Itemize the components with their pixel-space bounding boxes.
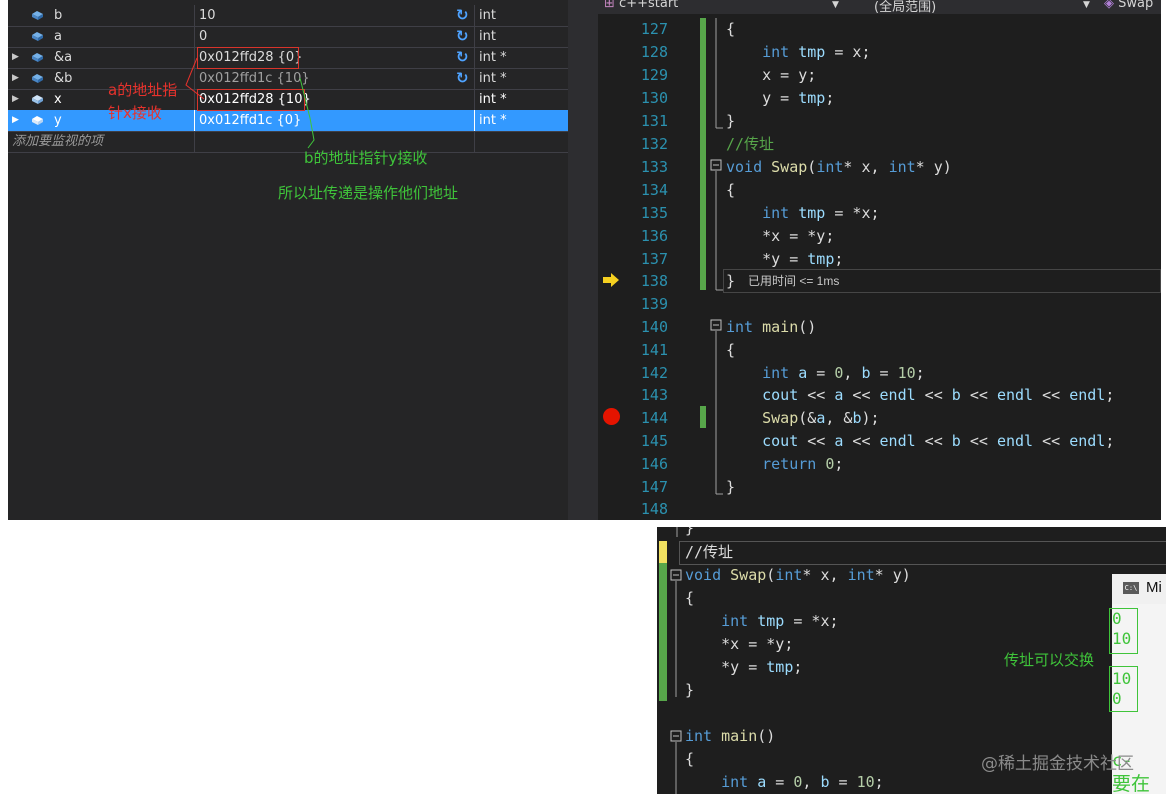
- refresh-icon[interactable]: ↻: [456, 7, 470, 23]
- watch-value[interactable]: 10: [199, 5, 459, 26]
- add-watch-placeholder[interactable]: 添加要监视的项: [12, 131, 192, 152]
- console-title: Mi: [1146, 579, 1162, 596]
- watch-type: int *: [479, 113, 507, 128]
- watch-name: b: [54, 8, 63, 23]
- code-line: void Swap(int* x, int* y): [685, 566, 911, 584]
- highlight-box-x: [197, 89, 305, 111]
- code-editor-snippet[interactable]: } //传址 void Swap(int* x, int* y) { int t…: [657, 527, 1166, 794]
- variable-icon: [32, 116, 43, 125]
- code-line: int tmp = *x;: [721, 612, 839, 630]
- expand-arrow-icon[interactable]: ▶: [12, 89, 22, 110]
- watch-row-y[interactable]: ▶ y 0x012ffd1c {0} int *: [8, 110, 568, 132]
- variable-icon: [32, 11, 43, 20]
- annotation-conclusion: 所以址传递是操作他们地址: [278, 184, 459, 202]
- code-line: 139: [640, 295, 668, 313]
- watch-add-row[interactable]: 添加要监视的项: [8, 131, 568, 153]
- watch-panel: b 10 ↻ int a 0 ↻ int ▶ &a 0x012ffd28 {0}…: [8, 0, 568, 520]
- code-line: 146 return 0;: [640, 455, 844, 473]
- code-line: {: [685, 589, 695, 607]
- code-line: 144 Swap(&a, &b);: [640, 409, 880, 427]
- code-line: 140 int main(): [640, 318, 817, 336]
- console-output-line: 0: [1112, 689, 1122, 708]
- watch-type: int *: [479, 50, 507, 65]
- code-line: 128 int tmp = x;: [640, 43, 871, 61]
- expand-arrow-icon[interactable]: ▶: [12, 47, 22, 68]
- console-app-icon: C:\: [1123, 582, 1139, 594]
- console-titlebar[interactable]: C:\ Mi: [1112, 574, 1166, 604]
- code-line: 138} 已用时间 <= 1ms: [568, 270, 1161, 293]
- code-editor[interactable]: ⊞ c++start ▼ (全局范围) ▼ ◈ Swap 127{ 128 in…: [568, 0, 1161, 520]
- expand-arrow-icon[interactable]: ▶: [12, 110, 22, 131]
- refresh-icon[interactable]: ↻: [456, 70, 470, 86]
- code-line: //传址: [685, 543, 734, 561]
- refresh-icon[interactable]: ↻: [456, 28, 470, 44]
- code-line: 136 *x = *y;: [640, 227, 835, 245]
- code-line: 133 void Swap(int* x, int* y): [640, 158, 952, 176]
- code-line: 134{: [640, 181, 736, 199]
- code-line: int main(): [685, 727, 776, 745]
- code-line: 141{: [640, 341, 736, 359]
- scope-dropdown[interactable]: (全局范围): [874, 0, 936, 15]
- member-label: Swap: [1118, 0, 1154, 11]
- watch-name: &a: [54, 50, 73, 65]
- console-output-line: 10: [1112, 629, 1132, 648]
- code-line: 137 *y = tmp;: [640, 250, 844, 268]
- code-line: }: [685, 681, 695, 699]
- code-line: 135 int tmp = *x;: [640, 204, 880, 222]
- watch-value[interactable]: 0x012ffd1c {0}: [199, 110, 459, 131]
- member-dropdown[interactable]: ◈ Swap: [1104, 0, 1153, 11]
- watch-value[interactable]: 0x012ffd1c {10}: [199, 68, 459, 89]
- watch-row-a[interactable]: a 0 ↻ int: [8, 26, 568, 48]
- chevron-down-icon[interactable]: ▼: [1083, 0, 1090, 10]
- annotation-a-pointer-2: 针x接收: [108, 104, 162, 122]
- variable-icon: [32, 53, 43, 62]
- watch-type: int *: [479, 92, 507, 107]
- code-line: 127{: [640, 20, 736, 38]
- watch-row-b[interactable]: b 10 ↻ int: [8, 5, 568, 27]
- code-line: }: [685, 527, 695, 537]
- console-output-line: 10: [1112, 669, 1132, 688]
- highlight-box-addr-a: [197, 47, 299, 69]
- expand-arrow-icon[interactable]: ▶: [12, 68, 22, 89]
- method-icon: ◈: [1104, 0, 1114, 11]
- code-line: 131}: [640, 112, 736, 130]
- watch-value[interactable]: 0: [199, 26, 459, 47]
- code-line: 129 x = y;: [640, 66, 817, 84]
- console-output-line: 0: [1112, 609, 1122, 628]
- code-line: 147}: [640, 478, 736, 496]
- annotation-swap-works: 传址可以交换: [1004, 651, 1095, 669]
- code-line: 145 cout << a << endl << b << endl << en…: [640, 432, 1115, 450]
- variable-icon: [32, 32, 43, 41]
- code-line: 132//传址: [640, 135, 775, 153]
- watch-type: int: [479, 8, 496, 23]
- variable-icon: [32, 95, 43, 104]
- refresh-icon[interactable]: ↻: [456, 49, 470, 65]
- elapsed-time-tip: 已用时间 <= 1ms: [748, 274, 840, 288]
- code-line: 143 cout << a << endl << b << endl << en…: [640, 386, 1115, 404]
- watch-type: int *: [479, 71, 507, 86]
- annotation-b-pointer: b的地址指针y接收: [304, 149, 428, 167]
- watermark: @稀土掘金技术社区: [981, 754, 1134, 774]
- code-line: 142 int a = 0, b = 10;: [640, 364, 925, 382]
- code-line: 130 y = tmp;: [640, 89, 835, 107]
- annotation-a-pointer-1: a的地址指: [108, 81, 178, 99]
- variable-icon: [32, 74, 43, 83]
- code-line: 148: [640, 500, 668, 518]
- watch-row-addr-b[interactable]: ▶ &b 0x012ffd1c {10} ↻ int *: [8, 68, 568, 90]
- watch-name: a: [54, 29, 62, 44]
- watch-type: int: [479, 29, 496, 44]
- chevron-down-icon[interactable]: ▼: [832, 0, 839, 10]
- code-line: int a = 0, b = 10;: [721, 773, 884, 791]
